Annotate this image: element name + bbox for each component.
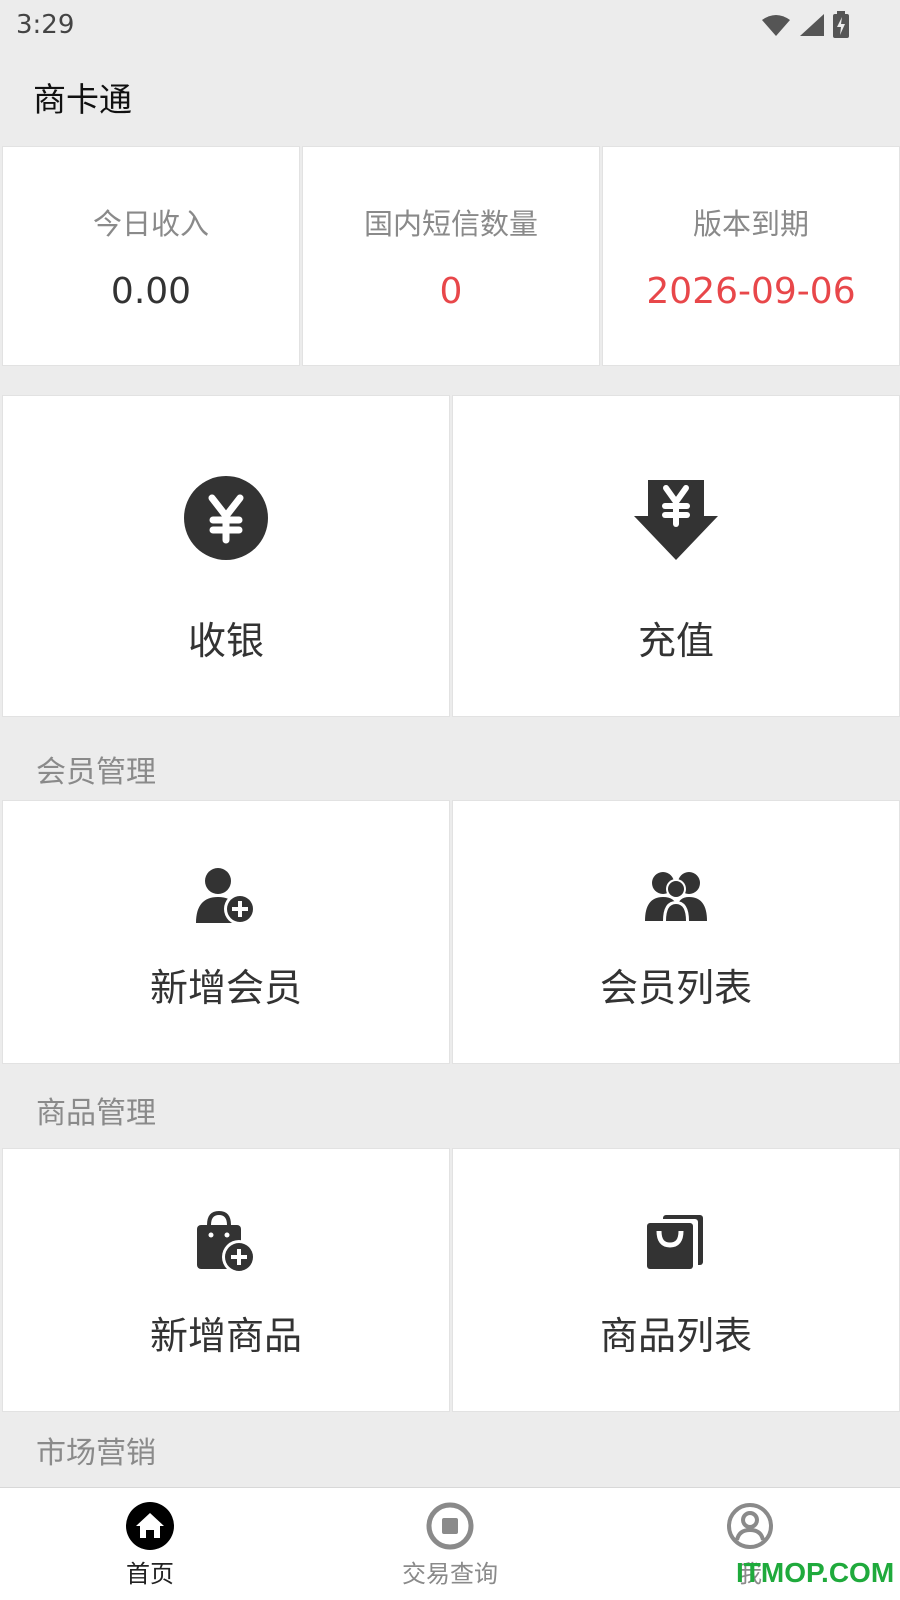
stat-sms-count: 国内短信数量 0 [302,146,600,366]
recharge-button[interactable]: 充值 [452,395,900,717]
add-member-label: 新增会员 [149,966,302,1010]
add-bag-icon [197,1211,256,1274]
add-product-label: 新增商品 [149,1314,302,1358]
cashier-button[interactable]: 收银 [2,395,450,717]
wifi-icon [762,15,790,36]
nav-transactions-label: 交易查询 [402,1560,498,1588]
yen-down-arrow-icon [634,480,718,560]
status-bar: 3:29 [0,0,900,50]
stat-label: 版本到期 [692,206,809,241]
member-actions: 新增会员 会员列表 [2,800,900,1064]
stop-circle-icon [426,1502,474,1550]
member-list-button[interactable]: 会员列表 [452,800,900,1064]
product-section-title: 商品管理 [36,1096,156,1131]
add-user-icon [196,868,256,925]
stat-value: 0.00 [110,270,192,312]
home-icon [126,1502,174,1550]
app-bar: 商卡通 [0,50,900,144]
stat-today-income: 今日收入 0.00 [2,146,300,366]
cashier-label: 收银 [187,619,264,663]
member-list-label: 会员列表 [599,966,752,1010]
nav-transactions[interactable]: 交易查询 [300,1488,600,1600]
marketing-section-title: 市场营销 [36,1436,156,1471]
stat-version-expiry: 版本到期 2026-09-06 [602,146,900,366]
quick-actions: 收银 充值 [2,395,900,717]
stat-value: 0 [439,270,463,312]
status-time: 3:29 [16,10,75,40]
product-list-label: 商品列表 [599,1314,752,1358]
product-list-button[interactable]: 商品列表 [452,1148,900,1412]
stat-label: 今日收入 [92,206,209,241]
app-title: 商卡通 [33,80,132,119]
stat-value: 2026-09-06 [646,270,856,312]
status-icons [760,11,884,39]
watermark: ITMOP.COM [736,1557,895,1588]
add-product-button[interactable]: 新增商品 [2,1148,450,1412]
bags-icon [647,1215,703,1269]
yen-circle-icon [184,476,268,560]
recharge-label: 充值 [637,619,714,663]
users-icon [645,872,707,921]
nav-home-label: 首页 [126,1560,174,1588]
user-circle-icon [727,1503,773,1549]
product-actions: 新增商品 商品列表 [2,1148,900,1412]
stats-row: 今日收入 0.00 国内短信数量 0 版本到期 2026-09-06 [2,146,900,366]
battery-icon [833,11,849,38]
add-member-button[interactable]: 新增会员 [2,800,450,1064]
member-section-title: 会员管理 [36,755,156,790]
nav-home[interactable]: 首页 [0,1488,300,1600]
cell-signal-icon [800,14,824,36]
stat-label: 国内短信数量 [363,206,538,241]
